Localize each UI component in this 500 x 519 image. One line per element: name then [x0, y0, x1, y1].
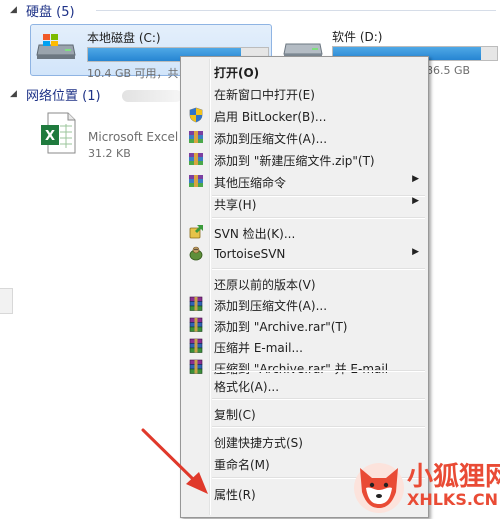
menu-item-bitlocker[interactable]: 启用 BitLocker(B)... — [183, 104, 426, 126]
submenu-arrow-icon: ▶ — [412, 247, 419, 257]
section-header-network[interactable]: ◢ 网络位置 (1) — [10, 84, 101, 104]
submenu-arrow-icon: ▶ — [412, 196, 419, 206]
fox-logo-icon — [354, 463, 404, 513]
menu-item-rar-compress-email[interactable]: 压缩并 E-mail... — [183, 335, 426, 357]
menu-item-label: 添加到压缩文件(A)... — [214, 132, 328, 146]
menu-item-label: 格式化(A)... — [214, 380, 280, 394]
svn-checkout-icon — [189, 225, 203, 239]
menu-separator — [212, 398, 425, 400]
menu-item-label: 添加到 "Archive.rar"(T) — [214, 320, 348, 334]
menu-item-label: 添加到压缩文件(A)... — [214, 299, 328, 313]
scroll-handle[interactable] — [0, 288, 13, 314]
menu-item-label: 启用 BitLocker(B)... — [214, 110, 327, 124]
winrar-icon — [189, 296, 203, 311]
menu-item-create-shortcut[interactable]: 创建快捷方式(S) — [183, 430, 426, 452]
blurred-text — [122, 90, 182, 102]
menu-separator — [212, 268, 425, 270]
tortoise-svn-icon — [189, 246, 203, 261]
file-name[interactable]: Microsoft Excel 工 — [88, 128, 194, 145]
menu-item-tortoisesvn[interactable]: TortoiseSVN ▶ — [183, 243, 426, 265]
collapse-icon[interactable]: ◢ — [10, 89, 20, 99]
hard-drive-windows-icon — [36, 34, 76, 59]
zip-archive-icon — [189, 175, 203, 187]
menu-item-rar-add-to-archive[interactable]: 添加到压缩文件(A)... — [183, 293, 426, 315]
section-header-label: 网络位置 (1) — [26, 88, 101, 104]
menu-item-copy[interactable]: 复制(C) — [183, 402, 426, 424]
watermark-domain: XHLKS.CN — [407, 490, 499, 509]
watermark: 小狐狸网 XHLKS.CN — [352, 452, 500, 519]
menu-separator — [212, 426, 425, 428]
winrar-icon — [189, 338, 203, 353]
section-header-label: 硬盘 (5) — [26, 4, 75, 20]
menu-item-label: 还原以前的版本(V) — [214, 278, 316, 292]
menu-item-label: 创建快捷方式(S) — [214, 436, 303, 450]
collapse-icon[interactable]: ◢ — [10, 5, 20, 15]
menu-item-rar-add-to-archive-rar[interactable]: 添加到 "Archive.rar"(T) — [183, 314, 426, 336]
submenu-arrow-icon: ▶ — [412, 174, 419, 184]
menu-item-label: 复制(C) — [214, 408, 256, 422]
menu-item-share[interactable]: 共享(H) ▶ — [183, 192, 426, 214]
menu-item-format[interactable]: 格式化(A)... — [183, 374, 426, 396]
drive-name: 软件 (D:) — [332, 30, 383, 44]
menu-item-label: 在新窗口中打开(E) — [214, 88, 315, 102]
menu-separator — [212, 217, 425, 219]
zip-archive-icon — [189, 153, 203, 165]
menu-item-label: 其他压缩命令 — [214, 176, 287, 190]
winrar-icon — [189, 359, 203, 374]
menu-item-restore-previous[interactable]: 还原以前的版本(V) — [183, 272, 426, 294]
svg-text:X: X — [45, 129, 55, 144]
drive-free-space: 86.5 GB — [426, 64, 471, 77]
menu-item-open[interactable]: 打开(O) — [183, 60, 426, 82]
menu-item-label: 打开(O) — [214, 66, 260, 80]
shield-icon — [189, 107, 203, 123]
menu-separator — [212, 370, 425, 372]
menu-item-label: 重命名(M) — [214, 458, 270, 472]
menu-item-label: 压缩并 E-mail... — [214, 341, 303, 355]
drive-name: 本地磁盘 (C:) — [87, 31, 161, 45]
zip-archive-icon — [189, 131, 203, 143]
watermark-title: 小狐狸网 — [407, 462, 500, 492]
menu-item-add-to-archive[interactable]: 添加到压缩文件(A)... — [183, 126, 426, 148]
section-divider — [96, 10, 496, 11]
winrar-icon — [189, 317, 203, 332]
section-header-hard-disks[interactable]: ◢ 硬盘 (5) — [10, 0, 75, 20]
context-menu: 打开(O) 在新窗口中打开(E) 启用 BitLocker(B)... 添加到压… — [180, 56, 429, 518]
file-size: 31.2 KB — [88, 147, 131, 160]
menu-item-svn-checkout[interactable]: SVN 检出(K)... — [183, 221, 426, 243]
menu-item-label: SVN 检出(K)... — [214, 227, 296, 241]
menu-item-open-new-window[interactable]: 在新窗口中打开(E) — [183, 82, 426, 104]
menu-item-label: 属性(R) — [214, 488, 256, 502]
drive-free-space: 10.4 GB 可用，共 — [87, 67, 179, 80]
menu-item-label: 添加到 "新建压缩文件.zip"(T) — [214, 154, 375, 168]
menu-item-label: 共享(H) — [214, 198, 257, 212]
excel-file-icon[interactable]: X — [40, 112, 76, 154]
menu-item-other-compress[interactable]: 其他压缩命令 ▶ — [183, 170, 426, 192]
menu-item-add-to-zip[interactable]: 添加到 "新建压缩文件.zip"(T) — [183, 148, 426, 170]
menu-item-label: TortoiseSVN — [214, 247, 286, 261]
